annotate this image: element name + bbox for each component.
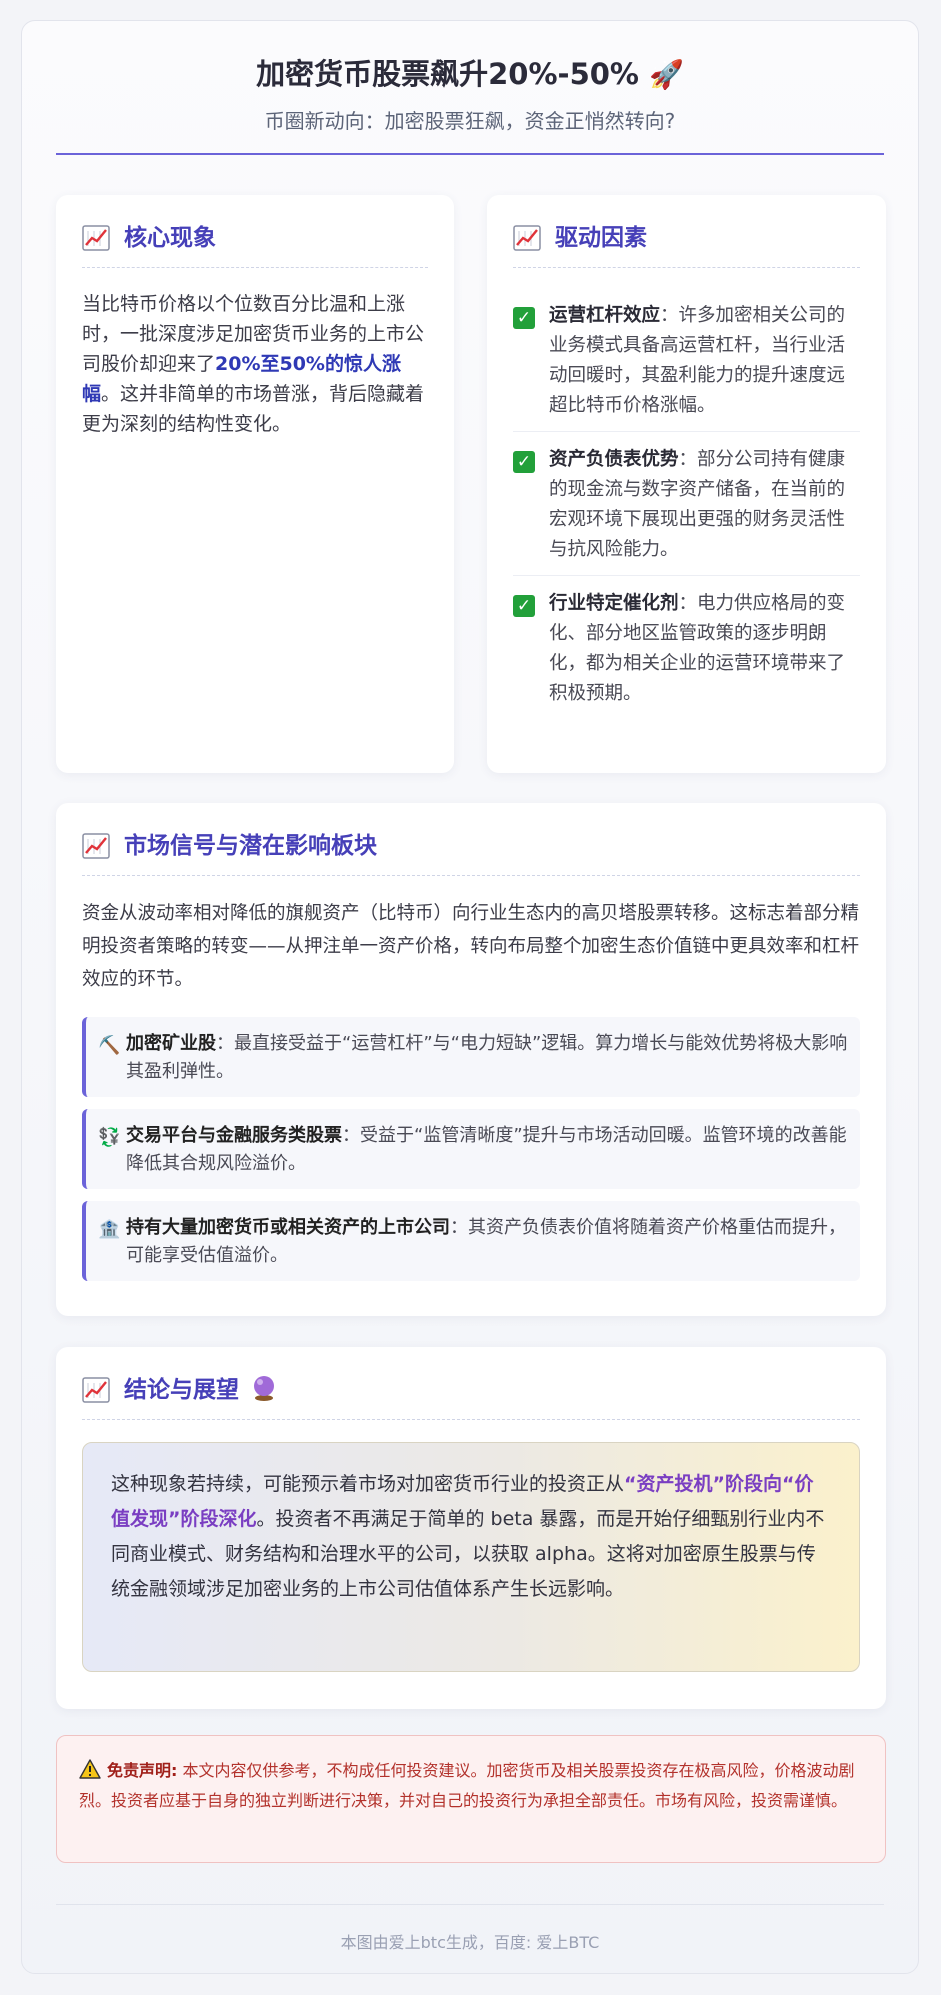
outlook-heading: 结论与展望 <box>124 1377 239 1403</box>
title-text: 加密货币股票飙升20%-50% <box>256 57 639 91</box>
core-paragraph: 当比特币价格以个位数百分比温和上涨时，一批深度涉足加密货币业务的上市公司股价却迎… <box>82 289 428 439</box>
check-mark-icon: ✓ <box>513 595 535 617</box>
driver-item-title: 资产负债表优势 <box>549 449 679 470</box>
market-card-header: 市场信号与潜在影响板块 <box>82 831 860 876</box>
driver-item: ✓ 资产负债表优势：部分公司持有健康的现金流与数字资产储备，在当前的宏观环境下展… <box>513 445 860 565</box>
core-text-after: 。这并非简单的市场普涨，背后隐藏着更为深刻的结构性变化。 <box>82 383 425 435</box>
chart-increasing-icon <box>82 1377 110 1403</box>
driver-item: ✓ 运营杠杆效应：许多加密相关公司的业务模式具备高运营杠杆，当行业活动回暖时，其… <box>513 301 860 421</box>
core-heading: 核心现象 <box>124 225 216 251</box>
market-card: 市场信号与潜在影响板块 资金从波动率相对降低的旗舰资产（比特币）向行业生态内的高… <box>56 803 886 1316</box>
chart-increasing-icon <box>82 225 110 251</box>
sector-title: 持有大量加密货币或相关资产的上市公司 <box>126 1217 450 1238</box>
sector-item: 🏦 持有大量加密货币或相关资产的上市公司：其资产负债表价值将随着资产价格重估而提… <box>82 1201 860 1281</box>
drivers-heading: 驱动因素 <box>555 225 647 251</box>
sector-item: ⛏️ 加密矿业股：最直接受益于“运营杠杆”与“电力短缺”逻辑。算力增长与能效优势… <box>82 1017 860 1097</box>
footer-divider <box>56 1904 884 1905</box>
outlook-box: 这种现象若持续，可能预示着市场对加密货币行业的投资正从“资产投机”阶段向“价值发… <box>82 1442 860 1672</box>
outlook-card-header: 结论与展望 <box>82 1375 860 1420</box>
sector-text: ：最直接受益于“运营杠杆”与“电力短缺”逻辑。算力增长与能效优势将极大影响其盈利… <box>126 1033 848 1082</box>
driver-separator <box>513 431 860 432</box>
header-divider <box>56 153 884 155</box>
core-card-header: 核心现象 <box>82 223 428 268</box>
bank-icon: 🏦 <box>98 1219 121 1240</box>
disclaimer-text: 本文内容仅供参考，不构成任何投资建议。加密货币及相关股票投资存在极高风险，价格波… <box>79 1761 855 1810</box>
drivers-card: 驱动因素 ✓ 运营杠杆效应：许多加密相关公司的业务模式具备高运营杠杆，当行业活动… <box>487 195 886 773</box>
drivers-card-header: 驱动因素 <box>513 223 860 268</box>
pick-icon: ⛏️ <box>98 1035 121 1056</box>
infographic-page: 加密货币股票飙升20%-50% 🚀 币圈新动向：加密股票狂飙，资金正悄然转向? 核… <box>21 20 919 1974</box>
sector-item: 💱 交易平台与金融服务类股票：受益于“监管清晰度”提升与市场活动回暖。监管环境的… <box>82 1109 860 1189</box>
sector-title: 加密矿业股 <box>126 1033 216 1054</box>
chart-increasing-icon <box>82 833 110 859</box>
market-intro: 资金从波动率相对降低的旗舰资产（比特币）向行业生态内的高贝塔股票转移。这标志着部… <box>82 903 860 990</box>
crystal-ball-icon <box>254 1376 274 1401</box>
core-card: 核心现象 当比特币价格以个位数百分比温和上涨时，一批深度涉足加密货币业务的上市公… <box>56 195 454 773</box>
currency-exchange-icon: 💱 <box>98 1127 121 1148</box>
outlook-card: 结论与展望 这种现象若持续，可能预示着市场对加密货币行业的投资正从“资产投机”阶… <box>56 1347 886 1709</box>
sector-title: 交易平台与金融服务类股票 <box>126 1125 342 1146</box>
driver-item: ✓ 行业特定催化剂：电力供应格局的变化、部分地区监管政策的逐步明朗化，都为相关企… <box>513 589 860 709</box>
rocket-icon: 🚀 <box>649 58 684 91</box>
check-mark-icon: ✓ <box>513 451 535 473</box>
chart-increasing-icon <box>513 225 541 251</box>
disclaimer-label: 免责声明: <box>107 1761 178 1780</box>
page-title: 加密货币股票飙升20%-50% 🚀 <box>22 51 918 93</box>
page-subtitle: 币圈新动向：加密股票狂飙，资金正悄然转向? <box>264 109 676 133</box>
outlook-text-before: 这种现象若持续，可能预示着市场对加密货币行业的投资正从 <box>111 1473 625 1495</box>
warning-icon <box>79 1759 101 1779</box>
driver-item-title: 行业特定催化剂 <box>549 593 679 614</box>
driver-separator <box>513 575 860 576</box>
market-heading: 市场信号与潜在影响板块 <box>124 833 377 859</box>
check-mark-icon: ✓ <box>513 307 535 329</box>
disclaimer-box: 免责声明: 本文内容仅供参考，不构成任何投资建议。加密货币及相关股票投资存在极高… <box>56 1735 886 1863</box>
footer-text: 本图由爱上btc生成，百度: 爱上BTC <box>340 1933 600 1952</box>
driver-item-title: 运营杠杆效应 <box>549 305 661 326</box>
